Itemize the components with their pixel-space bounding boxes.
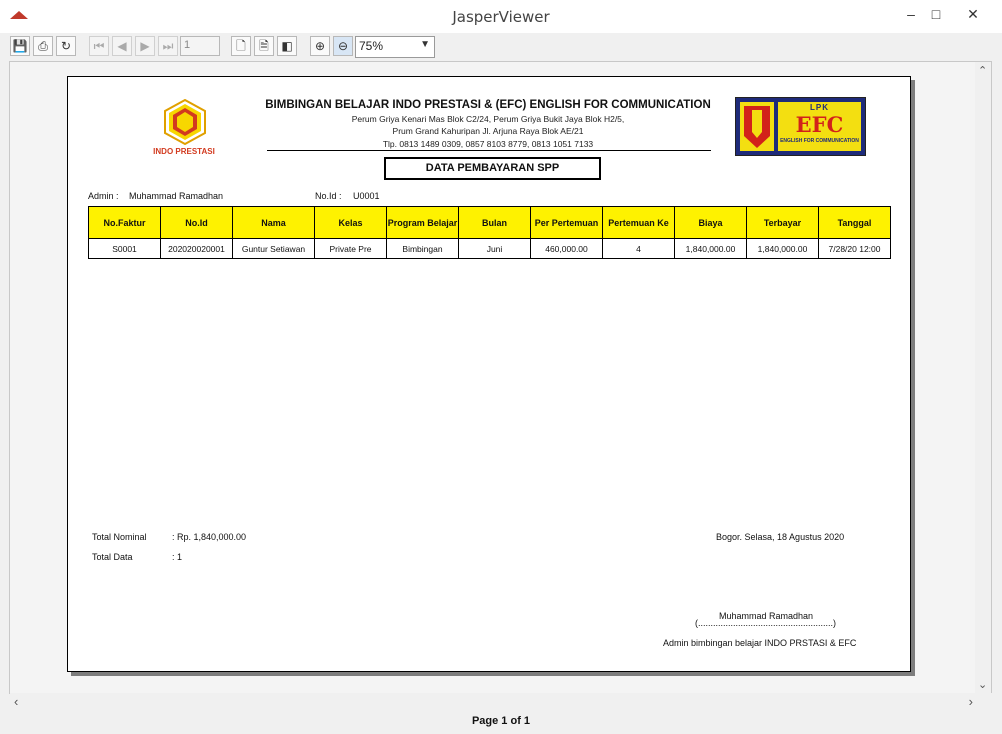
fit-width-button[interactable]: ◧ <box>277 36 297 56</box>
close-icon: ✕ <box>967 6 979 22</box>
title-bar: JasperViewer – □ ✕ <box>0 0 1002 33</box>
scroll-up-icon[interactable]: ⌃ <box>978 64 987 77</box>
place-date: Bogor. Selasa, 18 Agustus 2020 <box>716 532 845 542</box>
table-cell: Guntur Setiawan <box>232 238 315 259</box>
report-address-1: Perum Griya Kenari Mas Blok C2/24, Perum… <box>351 114 625 124</box>
scroll-left-icon[interactable]: ‹ <box>14 694 18 709</box>
zoom-value: 75% <box>359 39 384 53</box>
table-cell: S0001 <box>88 238 161 259</box>
total-data-value: : 1 <box>172 552 183 562</box>
table-cell: Juni <box>458 238 531 259</box>
last-page-button[interactable]: ⏭ <box>158 36 178 56</box>
table-cell: 202020020001 <box>160 238 233 259</box>
fit-width-icon: ◧ <box>281 39 293 53</box>
first-page-icon: ⏮ <box>93 39 105 53</box>
print-icon: ⎙ <box>38 39 48 53</box>
column-header: Tanggal <box>818 206 891 239</box>
maximize-icon: □ <box>931 6 941 22</box>
total-data-label: Total Data <box>92 552 133 562</box>
table-cell: Bimbingan <box>386 238 459 259</box>
close-button[interactable]: ✕ <box>958 4 988 26</box>
scroll-right-icon[interactable]: › <box>969 694 973 709</box>
table-cell: 4 <box>602 238 675 259</box>
document-title: DATA PEMBAYARAN SPP <box>384 157 601 180</box>
table-cell: Private Pre <box>314 238 387 259</box>
admin-value: Muhammad Ramadhan <box>129 191 224 201</box>
zoom-out-button[interactable]: ⊖ <box>333 36 353 56</box>
column-header: Pertemuan Ke <box>602 206 675 239</box>
efc-logo: LPK EFC ENGLISH FOR COMMUNICATION <box>735 97 866 156</box>
scroll-down-icon[interactable]: ⌄ <box>978 678 987 691</box>
report-phone: Tlp. 0813 1489 0309, 0857 8103 8779, 081… <box>382 139 594 149</box>
total-nominal-label: Total Nominal <box>92 532 147 542</box>
report-address-2: Prum Grand Kahuripan Jl. Arjuna Raya Blo… <box>392 126 584 136</box>
zoom-in-button[interactable]: ⊕ <box>310 36 330 56</box>
vertical-scrollbar[interactable]: ⌃ ⌄ <box>975 62 991 693</box>
indo-prestasi-logo-text: INDO PRESTASI <box>153 147 215 156</box>
report-org-title: BIMBINGAN BELAJAR INDO PRESTASI & (EFC) … <box>265 99 711 111</box>
page-status: Page 1 of 1 <box>471 715 531 727</box>
column-header: No.Faktur <box>88 206 161 239</box>
admin-label: Admin : <box>88 191 119 201</box>
viewer-toolbar: 💾 ⎙ ↻ ⏮ ◀ ▶ ⏭ 1 🗋 🗎 ◧ ⊕ ⊖ 75% ▼ <box>0 33 1002 61</box>
previous-page-button[interactable]: ◀ <box>112 36 132 56</box>
table-cell: 7/28/20 12:00 <box>818 238 891 259</box>
efc-logo-lpk: LPK <box>810 103 829 112</box>
table-cell: 1,840,000.00 <box>674 238 747 259</box>
fit-page-icon: 🗎 <box>259 39 269 53</box>
first-page-button[interactable]: ⏮ <box>89 36 109 56</box>
reload-icon: ↻ <box>60 39 72 53</box>
actual-size-icon: 🗋 <box>236 39 246 53</box>
next-page-icon: ▶ <box>140 39 150 53</box>
minimize-icon: – <box>907 6 915 22</box>
column-header: Program Belajar <box>386 206 459 239</box>
column-header: Per Pertemuan <box>530 206 603 239</box>
payment-table: No.Faktur No.Id Nama Kelas Program Belaj… <box>88 206 891 259</box>
page-number-input[interactable]: 1 <box>180 36 220 56</box>
window-title: JasperViewer <box>452 8 550 26</box>
column-header: No.Id <box>160 206 233 239</box>
report-page: INDO PRESTASI BIMBINGAN BELAJAR INDO PRE… <box>67 76 911 672</box>
noid-label: No.Id : <box>315 191 342 201</box>
efc-logo-text-panel: LPK EFC ENGLISH FOR COMMUNICATION <box>778 102 861 151</box>
efc-logo-emblem <box>740 102 774 151</box>
next-page-button[interactable]: ▶ <box>135 36 155 56</box>
print-button[interactable]: ⎙ <box>33 36 53 56</box>
save-button[interactable]: 💾 <box>10 36 30 56</box>
column-header: Biaya <box>674 206 747 239</box>
table-cell: 1,840,000.00 <box>746 238 819 259</box>
table-header-row: No.Faktur No.Id Nama Kelas Program Belaj… <box>88 206 891 239</box>
column-header: Bulan <box>458 206 531 239</box>
horizontal-scrollbar[interactable]: ‹ › <box>10 693 993 711</box>
efc-emblem-icon <box>744 106 770 148</box>
header-divider <box>267 150 711 151</box>
last-page-icon: ⏭ <box>162 39 174 53</box>
zoom-out-icon: ⊖ <box>337 39 349 53</box>
actual-size-button[interactable]: 🗋 <box>231 36 251 56</box>
signer-title: Admin bimbingan belajar INDO PRSTASI & E… <box>663 638 857 648</box>
column-header: Kelas <box>314 206 387 239</box>
zoom-select[interactable]: 75% ▼ <box>355 36 435 58</box>
column-header: Terbayar <box>746 206 819 239</box>
chevron-down-icon: ▼ <box>420 39 430 50</box>
total-nominal-value: : Rp. 1,840,000.00 <box>172 532 247 542</box>
fit-page-button[interactable]: 🗎 <box>254 36 274 56</box>
column-header: Nama <box>232 206 315 239</box>
table-row: S0001 202020020001 Guntur Setiawan Priva… <box>88 238 891 259</box>
save-icon: 💾 <box>12 39 28 53</box>
noid-value: U0001 <box>353 191 380 201</box>
indo-prestasi-logo <box>164 99 206 145</box>
previous-page-icon: ◀ <box>117 39 127 53</box>
table-cell: 460,000.00 <box>530 238 603 259</box>
reload-button[interactable]: ↻ <box>56 36 76 56</box>
efc-logo-main: EFC <box>795 112 844 137</box>
zoom-in-icon: ⊕ <box>314 39 326 53</box>
signature-line: (.......................................… <box>695 618 837 628</box>
maximize-button[interactable]: □ <box>921 4 951 26</box>
efc-logo-sub: ENGLISH FOR COMMUNICATION <box>780 138 859 144</box>
